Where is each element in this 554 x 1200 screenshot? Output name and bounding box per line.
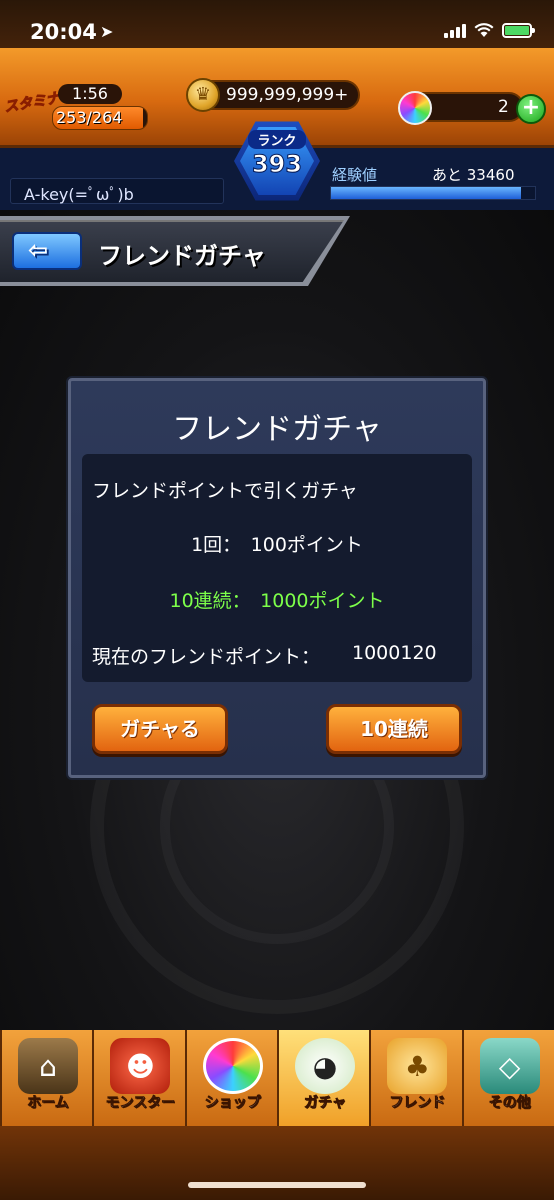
current-points-value: 1000120 — [352, 642, 437, 664]
gold-value: 999,999,999+ — [226, 85, 349, 105]
home-indicator[interactable] — [188, 1182, 366, 1188]
single-cost: 1回： 100ポイント — [191, 534, 363, 556]
cellular-signal-icon — [444, 22, 466, 38]
exp-bar-fill — [331, 187, 521, 199]
nav-label-home: ホーム — [27, 1095, 69, 1112]
other-map-icon: ◇ — [479, 1038, 540, 1094]
page-title: フレンドガチャ — [98, 242, 266, 270]
gacha-egg-icon: ◕ — [294, 1038, 355, 1094]
nav-item-other[interactable]: ◇ その他 — [461, 1030, 554, 1126]
gold-coin-icon: ♛ — [186, 78, 220, 112]
nav-item-home[interactable]: ⌂ ホーム — [0, 1030, 93, 1126]
monster-icon: ☻ — [110, 1038, 171, 1094]
exp-label: 経験値 — [332, 166, 378, 184]
nav-item-friend[interactable]: ♣ フレンド — [369, 1030, 462, 1126]
orb-icon — [398, 91, 432, 125]
rank-value: 393 — [251, 150, 303, 179]
nav-label-gacha: ガチャ — [304, 1095, 346, 1112]
stamina-value: 253/264 — [56, 108, 123, 127]
nav-label-other: その他 — [488, 1095, 531, 1112]
nav-label-shop: ショップ — [204, 1095, 261, 1112]
nav-label-friend: フレンド — [389, 1095, 446, 1112]
status-indicators — [444, 22, 535, 38]
home-icon: ⌂ — [18, 1038, 78, 1094]
location-arrow-icon: ➤ — [100, 22, 114, 41]
dialog-description: フレンドポイントで引くガチャ — [92, 480, 358, 502]
nav-item-shop[interactable]: ショップ — [184, 1030, 277, 1126]
exp-remaining: あと 33460 — [432, 166, 515, 184]
player-name: A-key(=ﾟωﾟ)b — [24, 185, 134, 204]
current-points-label: 現在のフレンドポイント： — [92, 646, 321, 668]
dialog-title: フレンドガチャ — [172, 412, 382, 447]
nav-item-monster[interactable]: ☻ モンスター — [92, 1030, 185, 1126]
nav-item-gacha[interactable]: ◕ ガチャ — [276, 1030, 370, 1126]
shop-orb-icon — [202, 1038, 263, 1094]
orb-value: 2 — [498, 97, 509, 117]
multi-cost: 10連続： 1000ポイント — [169, 590, 385, 612]
exp-bar — [330, 186, 536, 200]
gacha-single-button[interactable]: ガチャる — [92, 704, 228, 754]
status-time: 20:04 — [30, 20, 97, 44]
bottom-nav: ⌂ ホーム ☻ モンスター ショップ ◕ ガチャ ♣ フレンド ◇ その他 — [0, 1030, 554, 1126]
friend-balloon-icon: ♣ — [387, 1038, 448, 1094]
buy-orbs-button[interactable]: + — [516, 94, 546, 124]
nav-label-monster: モンスター — [105, 1095, 176, 1112]
stamina-timer: 1:56 — [58, 84, 122, 104]
battery-icon — [502, 22, 535, 38]
wifi-icon — [474, 23, 494, 37]
rank-label: ランク — [248, 130, 306, 149]
back-arrow-icon: ⇦ — [28, 236, 49, 264]
gacha-multi-button[interactable]: 10連続 — [326, 704, 462, 754]
